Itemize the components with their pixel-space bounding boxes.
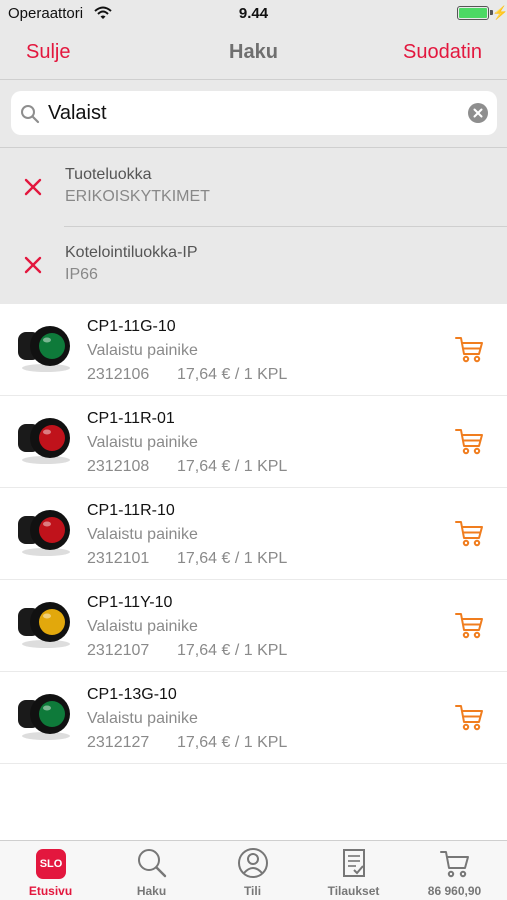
search-input[interactable]	[48, 91, 458, 135]
product-row[interactable]: CP1-11R-01 Valaistu painike 2312108 17,6…	[0, 396, 507, 488]
product-row[interactable]: CP1-13G-10 Valaistu painike 2312127 17,6…	[0, 672, 507, 764]
filter-row: Kotelointiluokka-IP IP66	[0, 226, 507, 304]
tab-tilaukset[interactable]: Tilaukset	[303, 841, 404, 900]
navigation-bar: Sulje Haku Suodatin	[0, 28, 507, 80]
filter-title: Tuoteluokka	[65, 166, 152, 183]
remove-filter-icon[interactable]	[22, 176, 44, 198]
product-description: Valaistu painike	[87, 618, 198, 635]
tab-etusivu[interactable]: SLO Etusivu	[0, 841, 101, 900]
product-price: 17,64 € / 1 KPL	[177, 550, 288, 567]
battery-icon	[457, 6, 493, 20]
tab-label: Tilaukset	[327, 884, 380, 898]
filter-row: Tuoteluokka ERIKOISKYTKIMET	[0, 148, 507, 226]
product-code: 2312127	[87, 734, 150, 751]
tab-label: Etusivu	[28, 884, 73, 898]
product-code: 2312108	[87, 458, 150, 475]
product-image	[18, 602, 70, 648]
search-icon	[138, 849, 167, 878]
product-price: 17,64 € / 1 KPL	[177, 366, 288, 383]
product-name: CP1-11R-01	[87, 410, 175, 427]
status-bar: Operaattori 9.44 ⚡	[0, 0, 507, 28]
product-price: 17,64 € / 1 KPL	[177, 458, 288, 475]
product-price: 17,64 € / 1 KPL	[177, 642, 288, 659]
tab-haku[interactable]: Haku	[101, 841, 202, 900]
tab-cart[interactable]: 86 960,90	[404, 841, 505, 900]
product-code: 2312107	[87, 642, 150, 659]
search-icon	[21, 105, 40, 124]
clear-search-icon[interactable]	[468, 103, 488, 123]
active-filters: Tuoteluokka ERIKOISKYTKIMET Kotelointilu…	[0, 148, 507, 304]
add-to-cart-icon[interactable]	[454, 518, 484, 548]
add-to-cart-icon[interactable]	[454, 334, 484, 364]
filter-button[interactable]: Suodatin	[403, 41, 482, 64]
tab-label: 86 960,90	[427, 884, 482, 898]
product-name: CP1-13G-10	[87, 686, 177, 703]
product-image	[18, 510, 70, 556]
charging-icon: ⚡	[492, 5, 507, 20]
filter-value: ERIKOISKYTKIMET	[65, 188, 210, 205]
product-row[interactable]: CP1-11Y-10 Valaistu painike 2312107 17,6…	[0, 580, 507, 672]
add-to-cart-icon[interactable]	[454, 610, 484, 640]
tab-label: Tili	[243, 884, 262, 898]
tab-bar: SLO Etusivu Haku Tili Tilaukset 86 960,9…	[0, 840, 507, 900]
product-image	[18, 418, 70, 464]
product-image	[18, 694, 70, 740]
close-button[interactable]: Sulje	[26, 41, 70, 64]
product-row[interactable]: CP1-11R-10 Valaistu painike 2312101 17,6…	[0, 488, 507, 580]
product-row[interactable]: CP1-11G-10 Valaistu painike 2312106 17,6…	[0, 304, 507, 396]
tab-label: Haku	[136, 884, 167, 898]
remove-filter-icon[interactable]	[22, 254, 44, 276]
account-icon	[238, 848, 268, 878]
product-price: 17,64 € / 1 KPL	[177, 734, 288, 751]
add-to-cart-icon[interactable]	[454, 702, 484, 732]
status-time: 9.44	[238, 5, 269, 22]
product-code: 2312101	[87, 550, 150, 567]
product-description: Valaistu painike	[87, 342, 198, 359]
product-code: 2312106	[87, 366, 150, 383]
filter-value: IP66	[65, 266, 98, 283]
product-description: Valaistu painike	[87, 434, 198, 451]
product-list: CP1-11G-10 Valaistu painike 2312106 17,6…	[0, 304, 507, 764]
cart-icon	[440, 851, 469, 878]
search-field[interactable]	[11, 91, 497, 135]
product-description: Valaistu painike	[87, 526, 198, 543]
product-name: CP1-11G-10	[87, 318, 176, 335]
product-name: CP1-11R-10	[87, 502, 175, 519]
tab-tili[interactable]: Tili	[202, 841, 303, 900]
add-to-cart-icon[interactable]	[454, 426, 484, 456]
filter-title: Kotelointiluokka-IP	[65, 244, 198, 261]
product-image	[18, 326, 70, 372]
search-area	[0, 80, 507, 148]
home-logo-icon: SLO	[36, 849, 66, 879]
orders-icon	[343, 849, 365, 877]
product-name: CP1-11Y-10	[87, 594, 173, 611]
product-description: Valaistu painike	[87, 710, 198, 727]
